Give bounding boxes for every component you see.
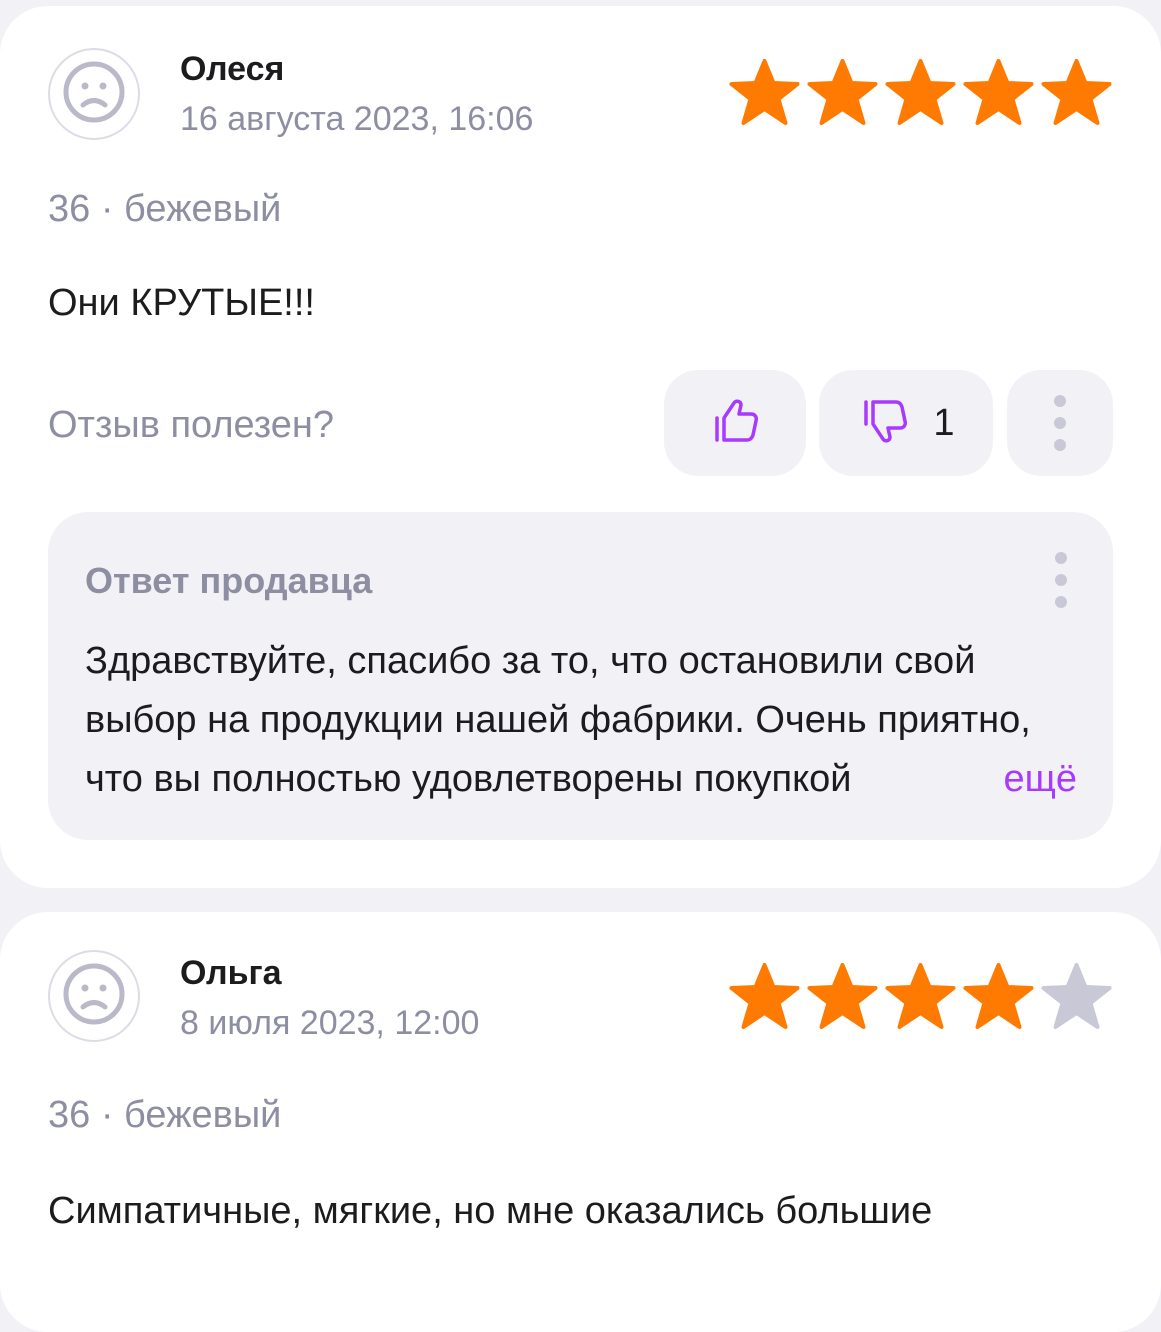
star-filled-icon [806,962,879,1030]
star-filled-icon [806,58,879,126]
star-filled-icon [962,58,1035,126]
dislike-button[interactable]: 1 [819,370,993,476]
helpful-question: Отзыв полезен? [48,404,335,446]
thumbs-down-icon [857,394,911,453]
review-author: Олеся [180,50,285,88]
star-filled-icon [1040,58,1113,126]
like-button[interactable] [664,370,806,476]
seller-reply-title: Ответ продавца [85,560,373,601]
review-card: Ольга 8 июля 2023, 12:00 36 · бежевый Си… [0,912,1161,1332]
review-text: Симпатичные, мягкие, но мне оказались бо… [48,1190,933,1232]
review-date: 8 июля 2023, 12:00 [180,1004,480,1042]
dislike-count: 1 [933,401,955,444]
more-vertical-icon [1054,395,1066,451]
star-filled-icon [884,962,957,1030]
review-text: Они КРУТЫЕ!!! [48,282,315,324]
star-filled-icon [728,58,801,126]
seller-reply-menu-button[interactable] [1055,552,1067,608]
more-vertical-icon [1055,552,1067,608]
review-variant: 36 · бежевый [48,188,282,230]
review-menu-button[interactable] [1007,370,1113,476]
thumbs-up-icon [708,394,762,453]
read-more-link[interactable]: ещё [913,750,1077,809]
review-date: 16 августа 2023, 16:06 [180,100,534,138]
review-card: Олеся 16 августа 2023, 16:06 36 · бежевы… [0,6,1161,888]
sad-face-icon [62,60,126,129]
review-author: Ольга [180,954,282,992]
avatar [48,950,140,1042]
star-filled-icon [728,962,801,1030]
star-filled-icon [962,962,1035,1030]
sad-face-icon [62,962,126,1031]
star-filled-icon [884,58,957,126]
rating-stars [728,58,1113,126]
avatar [48,48,140,140]
review-variant: 36 · бежевый [48,1094,282,1136]
star-empty-icon [1040,962,1113,1030]
seller-reply: Ответ продавца Здравствуйте, спасибо за … [48,512,1113,840]
rating-stars [728,962,1113,1030]
